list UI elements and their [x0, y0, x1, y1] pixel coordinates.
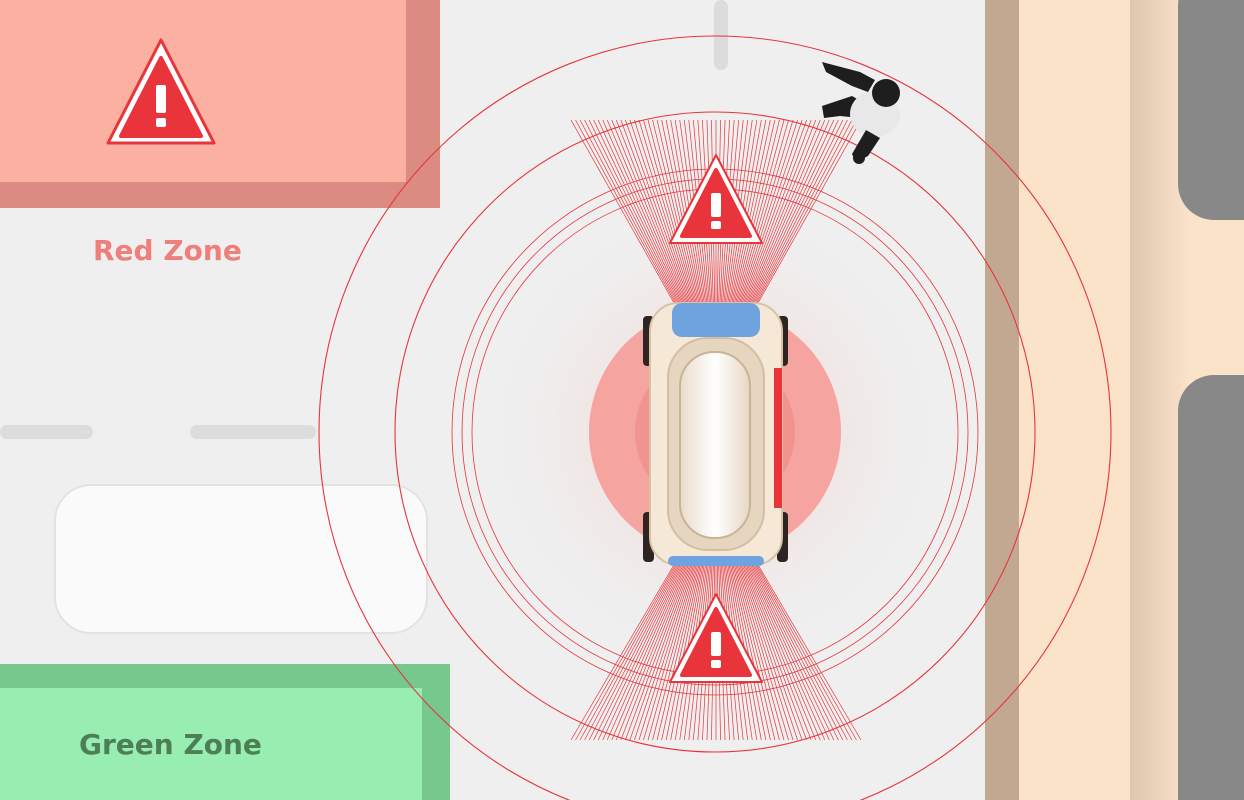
red-zone-inner	[0, 0, 406, 182]
building-bottom	[1178, 375, 1244, 800]
lane-marking	[714, 0, 728, 70]
building-top	[1178, 0, 1244, 220]
parked-car	[54, 484, 428, 634]
curb	[985, 0, 1019, 800]
scene-svg	[0, 0, 1244, 800]
red-zone-label: Red Zone	[93, 234, 242, 267]
lane-marking	[0, 425, 93, 439]
green-zone-label: Green Zone	[79, 728, 262, 761]
parking-scene: Red Zone Green Zone	[0, 0, 1244, 800]
autonomous-vehicle	[643, 302, 788, 566]
lane-marking	[190, 425, 316, 439]
